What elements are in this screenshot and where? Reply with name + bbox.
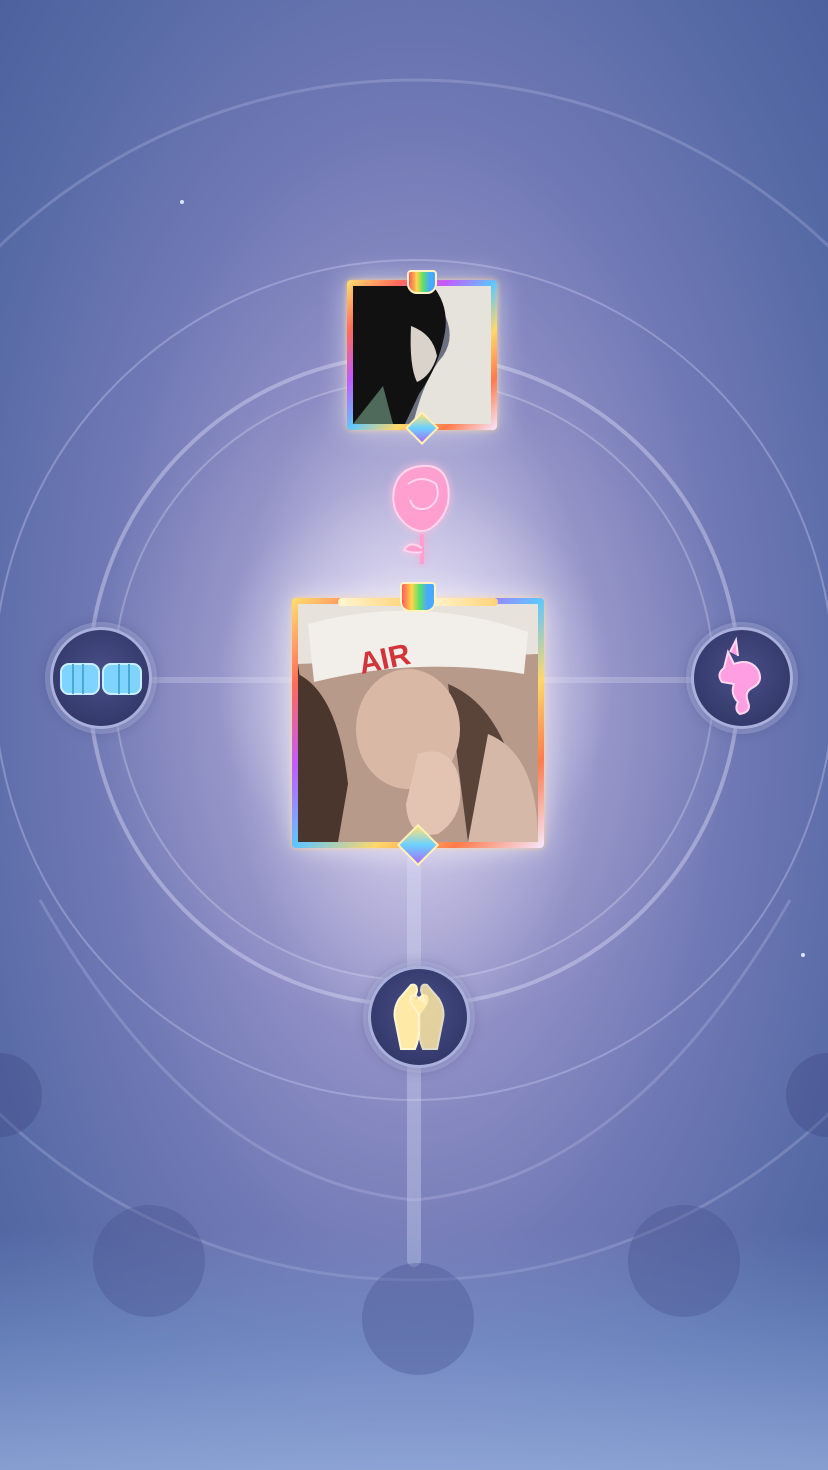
frame-crest-icon: [407, 270, 437, 294]
empty-slot[interactable]: [628, 1205, 740, 1317]
high-five-badge[interactable]: [368, 966, 470, 1068]
fist-bump-icon: [60, 663, 142, 695]
partner-avatar-frame[interactable]: [347, 270, 497, 445]
unicorn-badge[interactable]: [691, 627, 793, 729]
frame-wing-right: [428, 598, 498, 606]
unicorn-icon: [718, 636, 761, 716]
rose-icon: [392, 464, 450, 564]
empty-slot[interactable]: [362, 1263, 474, 1375]
fist-bump-badge[interactable]: [50, 627, 152, 729]
frame-wing-left: [338, 598, 408, 606]
frame-crest-icon: [400, 582, 436, 612]
empty-slot[interactable]: [93, 1205, 205, 1317]
self-avatar-frame[interactable]: AIR: [292, 582, 544, 867]
partner-avatar: [353, 286, 491, 424]
high-five-icon: [393, 983, 445, 1050]
self-avatar: AIR: [298, 604, 538, 842]
